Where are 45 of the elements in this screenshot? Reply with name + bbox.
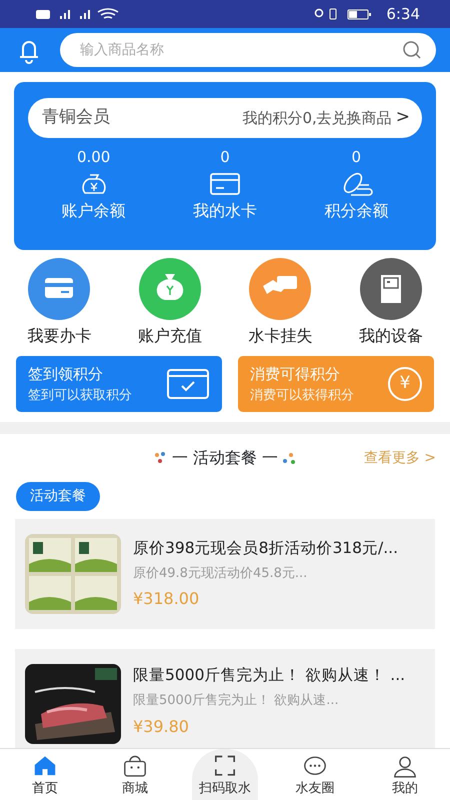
- search-field[interactable]: 输入商品名称: [60, 33, 436, 67]
- search-icon[interactable]: [402, 40, 422, 60]
- stat-label[interactable]: 账户余额: [62, 198, 126, 222]
- product-subtitle: 限量5000斤售完为止！ 欲购从速...: [133, 692, 340, 710]
- product-subtitle: 原价49.8元现活动价45.8元...: [133, 564, 308, 583]
- stat-value: 0: [352, 147, 362, 168]
- section-title: 一 活动套餐 一: [172, 447, 278, 469]
- shortcut-label[interactable]: 水卡挂失: [248, 324, 312, 348]
- product-title: 原价398元现会员8折活动价318元/...: [133, 538, 398, 559]
- product-card[interactable]: 原价398元现会员8折活动价318元/... 原价49.8元现活动价45.8元... ¥318.00: [15, 519, 435, 629]
- tab-bar-item[interactable]: 扫码取水: [192, 749, 258, 800]
- stat-value: 0.00: [76, 147, 110, 168]
- points-link[interactable]: 我的积分0,去兑换商品: [242, 106, 392, 130]
- chevron-icon: >: [396, 105, 410, 131]
- calendar-check-icon: [166, 368, 210, 400]
- stat-label[interactable]: 我的水卡: [192, 198, 257, 222]
- banner-card[interactable]: 签到领积分 签到可以获取积分: [16, 356, 222, 412]
- stat-label[interactable]: 积分余额: [324, 198, 388, 222]
- tab-bar-item[interactable]: 水友圈: [270, 749, 360, 800]
- banner-title: 签到领积分: [28, 364, 104, 385]
- yuan-icon: ¥: [388, 367, 422, 401]
- tab-bar-item[interactable]: 商城: [90, 749, 180, 800]
- shortcut-label[interactable]: 账户充值: [138, 324, 202, 348]
- banner-subtitle: 签到可以获取积分: [28, 386, 132, 404]
- product-title: 限量5000斤售完为止！ 欲购从速！ ...: [133, 665, 406, 686]
- product-price: ¥39.80: [133, 716, 190, 738]
- shortcut-label[interactable]: 我要办卡: [27, 324, 92, 348]
- bag-icon[interactable]: [138, 258, 201, 320]
- product-card[interactable]: 限量5000斤售完为止！ 欲购从速！ ... 限量5000斤售完为止！ 欲购从速... ¥39.80: [15, 649, 435, 748]
- confetti-icon: [154, 451, 168, 465]
- product-price: ¥318.00: [133, 588, 200, 610]
- hand-icon[interactable]: [249, 258, 312, 320]
- stat-value: 0: [220, 147, 230, 168]
- status-time: 6:34: [386, 4, 420, 25]
- category-tag[interactable]: 活动套餐: [16, 482, 100, 511]
- tab-bar-item[interactable]: 首页: [0, 749, 90, 800]
- tab-bar-item[interactable]: 我的: [360, 749, 450, 800]
- shortcut-label[interactable]: 我的设备: [358, 324, 423, 348]
- device-icon[interactable]: [360, 258, 422, 320]
- member-bar[interactable]: 青铜会员 我的积分0,去兑换商品 >: [28, 98, 422, 138]
- banner-subtitle: 消费可以获得积分: [250, 386, 354, 404]
- banner-title: 消费可得积分: [250, 364, 341, 385]
- confetti-icon: [282, 451, 296, 465]
- card-icon[interactable]: [28, 258, 90, 320]
- member-level: 青铜会员: [42, 106, 110, 130]
